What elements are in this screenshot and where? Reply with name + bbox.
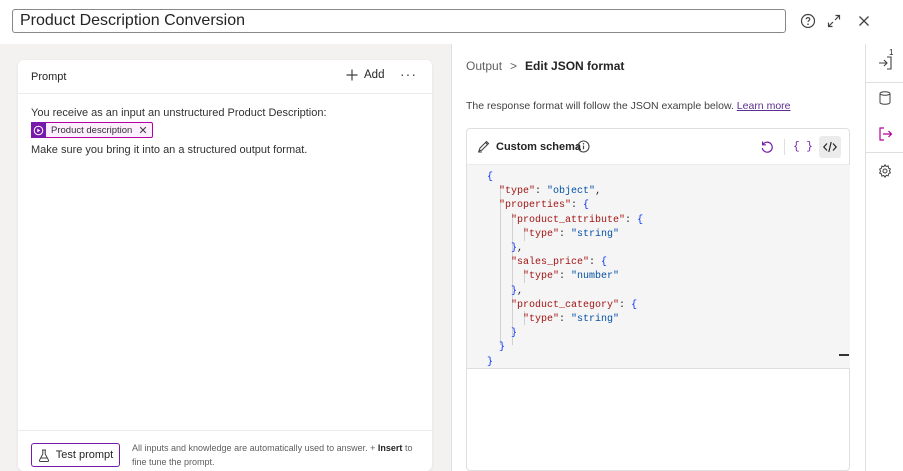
code-line: "sales_price": { <box>511 257 608 269</box>
input-variable-icon <box>31 122 46 138</box>
breadcrumb: Output > Edit JSON format <box>466 59 624 73</box>
code-view-icon[interactable] <box>819 136 841 158</box>
breadcrumb-output[interactable]: Output <box>466 59 502 73</box>
code-line: { <box>487 172 494 183</box>
flask-icon <box>38 449 49 462</box>
code-line: "type": "string" <box>523 228 620 240</box>
code-line: }, <box>511 285 524 297</box>
edit-pen-icon <box>477 140 490 156</box>
top-bar: Product Description Conversion <box>0 0 903 44</box>
breadcrumb-current: Edit JSON format <box>525 59 625 73</box>
code-line: "product_attribute": { <box>511 214 644 226</box>
rail-divider <box>866 152 903 153</box>
database-icon[interactable] <box>874 87 896 109</box>
insert-keyword: Insert <box>377 443 403 453</box>
code-line: "type": "number" <box>523 271 620 283</box>
reset-icon[interactable] <box>756 136 778 158</box>
chip-label: Product description <box>51 124 133 136</box>
editor-scroll-marker[interactable] <box>839 354 849 356</box>
prompt-name-input[interactable]: Product Description Conversion <box>12 9 786 33</box>
learn-more-link[interactable]: Learn more <box>737 100 791 112</box>
input-icon[interactable]: 1 <box>874 48 896 74</box>
close-icon[interactable] <box>854 11 874 31</box>
code-line: "type": "object", <box>499 186 602 198</box>
rail-divider <box>866 82 903 83</box>
test-prompt-label: Test prompt <box>55 449 114 461</box>
code-line: } <box>499 342 506 354</box>
right-rail: 1 <box>865 44 903 471</box>
chip-remove-icon[interactable]: ✕ <box>138 124 151 137</box>
help-icon[interactable] <box>798 11 818 31</box>
add-button[interactable]: Add <box>346 69 384 81</box>
code-line: "type": "string" <box>523 314 620 325</box>
output-panel: Output > Edit JSON format The response f… <box>451 44 865 471</box>
toolbar-divider <box>784 139 785 155</box>
more-options-button[interactable]: ··· <box>400 66 417 82</box>
code-line: "properties": { <box>499 200 590 212</box>
info-icon[interactable] <box>577 140 590 156</box>
expand-icon[interactable] <box>824 11 844 31</box>
schema-header: Custom schema { } <box>467 129 849 165</box>
schema-title: Custom schema <box>496 141 581 153</box>
code-line: } <box>487 356 494 368</box>
code-line: "product_category": { <box>511 299 638 311</box>
json-code-editor[interactable]: { "type": "object", "properties": { "pro… <box>467 165 850 369</box>
footer-note: All inputs and knowledge are automatical… <box>132 443 413 467</box>
breadcrumb-separator: > <box>510 59 518 73</box>
prompt-card-footer: Test prompt All inputs and knowledge are… <box>18 430 432 471</box>
output-icon[interactable] <box>874 123 896 145</box>
custom-schema-box: Custom schema { } { "type": "object", "p… <box>466 128 850 471</box>
code-line: }, <box>511 243 524 254</box>
prompt-card: Prompt Add ··· You receive as an input a… <box>18 60 432 471</box>
prompt-card-header: Prompt Add ··· <box>18 60 432 94</box>
settings-icon[interactable] <box>874 160 896 182</box>
plus-icon <box>346 69 358 81</box>
prompt-line-2[interactable]: Make sure you bring it into an a structu… <box>31 144 307 156</box>
add-button-label: Add <box>364 69 385 81</box>
prompt-title: Prompt <box>31 71 67 83</box>
prompt-line-1[interactable]: You receive as an input an unstructured … <box>31 107 327 119</box>
input-count-badge: 1 <box>889 48 894 57</box>
product-description-chip[interactable]: Product description ✕ <box>31 122 153 138</box>
code-line: } <box>511 328 518 340</box>
braces-view-icon[interactable]: { } <box>792 136 814 158</box>
response-format-text: The response format will follow the JSON… <box>466 100 791 112</box>
test-prompt-button[interactable]: Test prompt <box>31 443 120 467</box>
